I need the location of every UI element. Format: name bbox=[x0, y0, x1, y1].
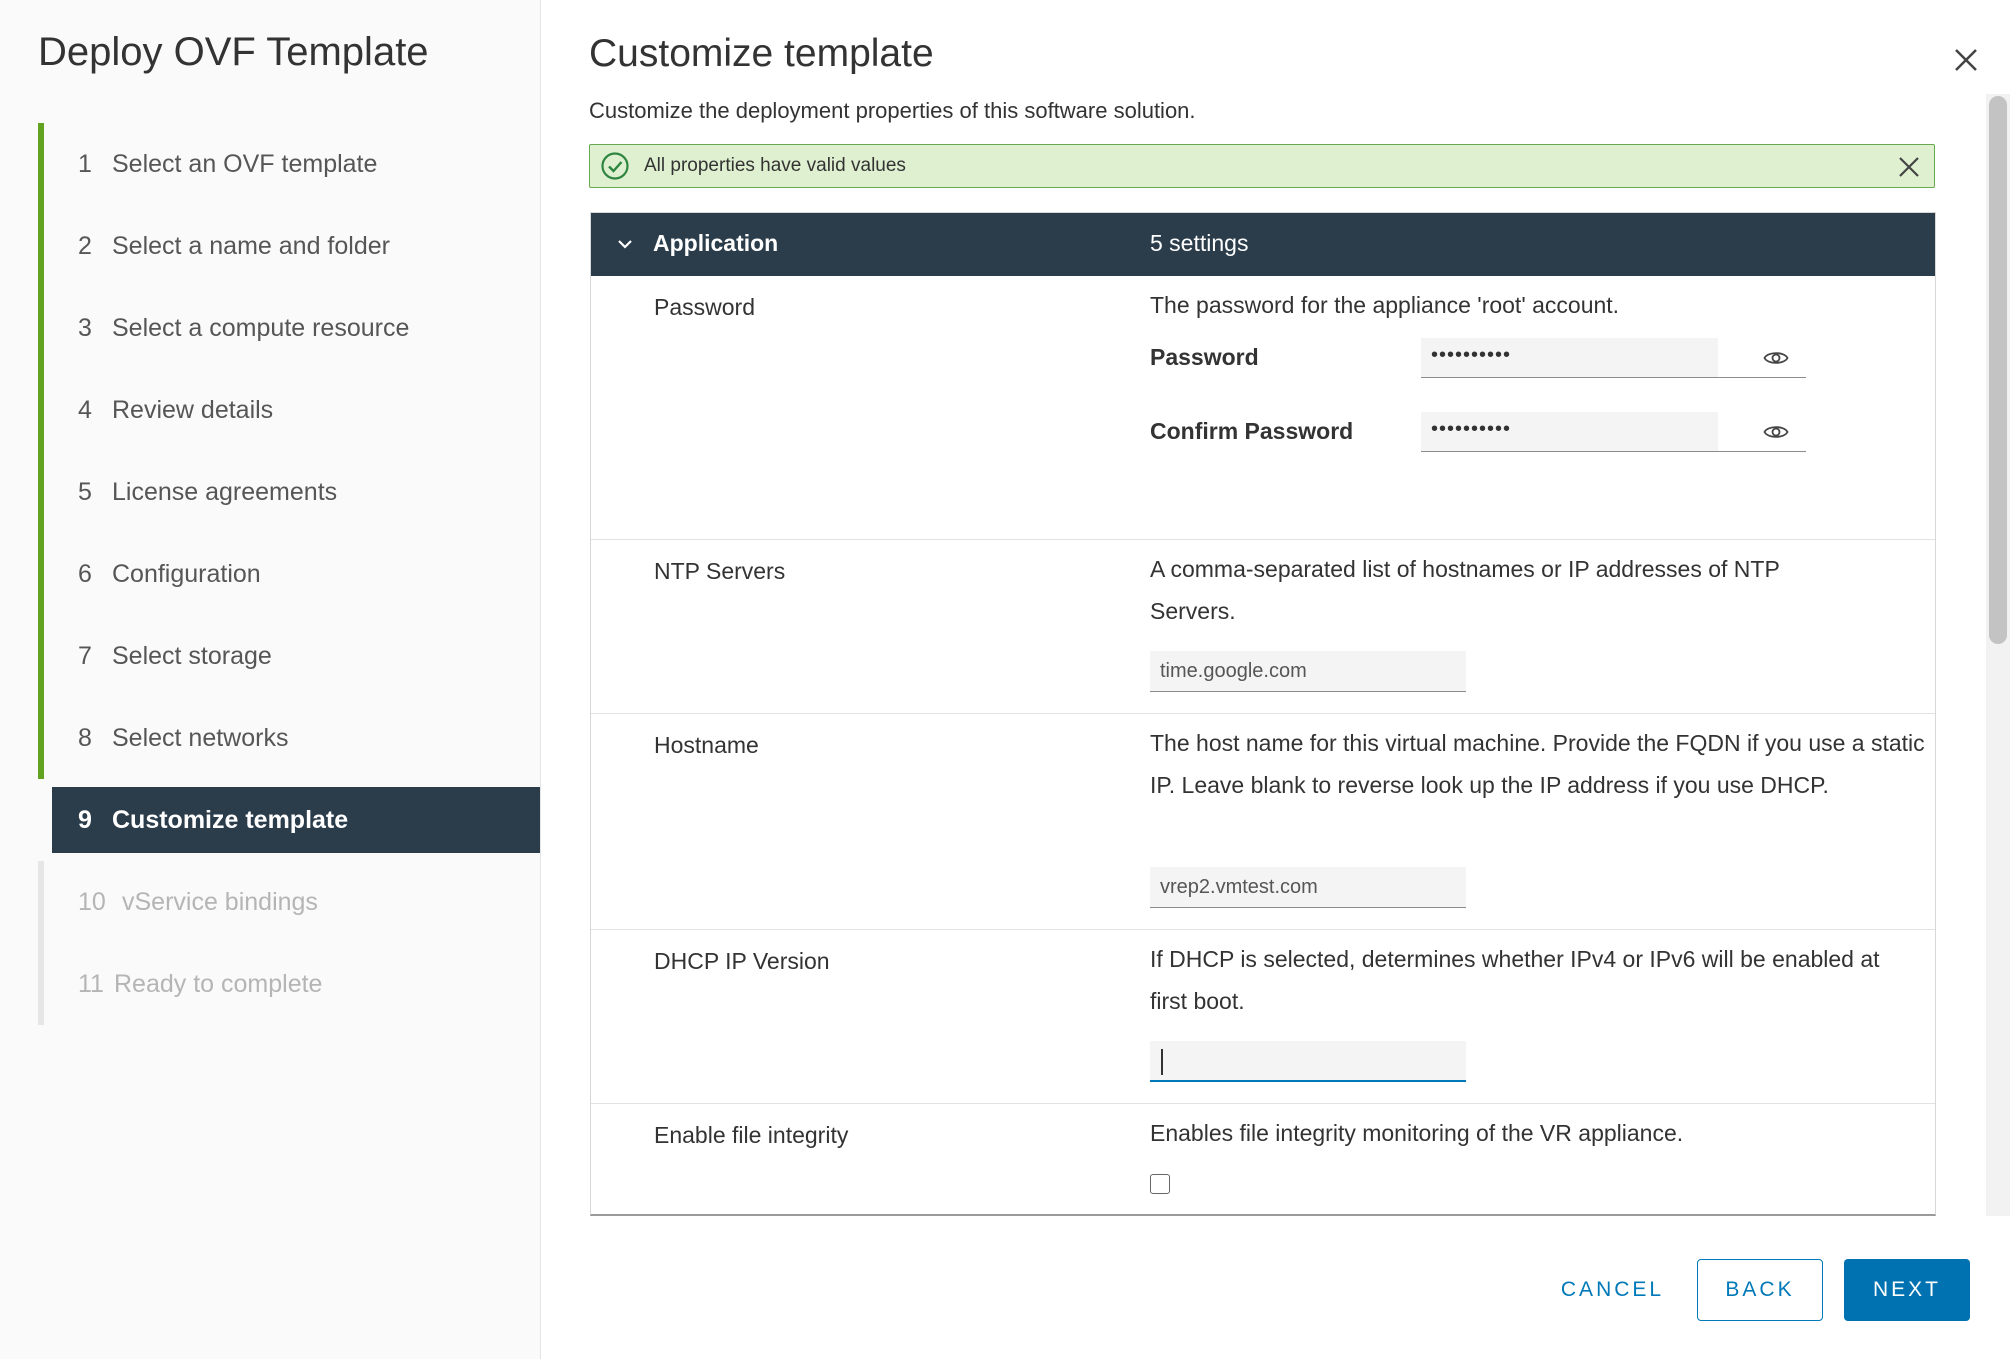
property-description: Enables file integrity monitoring of the… bbox=[1150, 1120, 1684, 1146]
show-password-eye-icon[interactable] bbox=[1763, 348, 1789, 368]
property-description: The host name for this virtual machine. … bbox=[1150, 730, 1925, 798]
confirm-password-field[interactable]: •••••••••• bbox=[1421, 412, 1806, 452]
show-confirm-password-eye-icon[interactable] bbox=[1763, 422, 1789, 442]
wizard-step-select-ovf-template[interactable]: 1 Select an OVF template bbox=[38, 123, 540, 205]
alert-close-icon[interactable] bbox=[1896, 154, 1922, 180]
step-number: 1 bbox=[78, 149, 92, 178]
page-subtitle: Customize the deployment properties of t… bbox=[589, 98, 1196, 123]
close-dialog-button[interactable] bbox=[1948, 42, 1984, 78]
wizard-sidebar: Deploy OVF Template 1 Select an OVF temp… bbox=[0, 0, 541, 1359]
property-label: DHCP IP Version bbox=[654, 948, 830, 974]
step-label: vService bindings bbox=[122, 887, 318, 916]
success-check-icon bbox=[601, 152, 629, 180]
wizard-steps: 1 Select an OVF template 2 Select a name… bbox=[38, 123, 540, 1025]
wizard-title: Deploy OVF Template bbox=[38, 30, 429, 74]
step-label: Review details bbox=[112, 395, 274, 424]
close-icon bbox=[1955, 49, 1977, 71]
password-label: Password bbox=[1150, 344, 1259, 370]
step-number: 2 bbox=[78, 231, 92, 260]
step-label: Ready to complete bbox=[114, 969, 323, 998]
step-label: License agreements bbox=[112, 477, 338, 506]
step-label: Select an OVF template bbox=[112, 149, 378, 178]
wizard-step-license-agreements[interactable]: 5 License agreements bbox=[38, 451, 540, 533]
step-number: 7 bbox=[78, 641, 92, 670]
ntp-servers-input[interactable] bbox=[1150, 651, 1466, 692]
property-label: NTP Servers bbox=[654, 558, 786, 584]
step-label: Select networks bbox=[112, 723, 289, 752]
cancel-button[interactable]: CANCEL bbox=[1540, 1259, 1685, 1321]
page-title: Customize template bbox=[589, 32, 934, 75]
password-field[interactable]: •••••••••• bbox=[1421, 338, 1806, 378]
group-name: Application bbox=[653, 230, 779, 256]
dhcp-ip-version-input[interactable] bbox=[1150, 1041, 1466, 1082]
step-label: Customize template bbox=[112, 805, 349, 834]
wizard-step-select-networks[interactable]: 8 Select networks bbox=[38, 697, 540, 779]
next-button[interactable]: NEXT bbox=[1844, 1259, 1970, 1321]
confirm-password-input-value: •••••••••• bbox=[1431, 418, 1512, 440]
step-number: 11 bbox=[78, 969, 104, 998]
wizard-step-select-compute-resource[interactable]: 3 Select a compute resource bbox=[38, 287, 540, 369]
wizard-step-review-details[interactable]: 4 Review details bbox=[38, 369, 540, 451]
step-number: 10 bbox=[78, 887, 106, 916]
step-label: Configuration bbox=[112, 559, 261, 588]
wizard-step-select-name-folder[interactable]: 2 Select a name and folder bbox=[38, 205, 540, 287]
properties-panel: Application 5 settings Password The pass… bbox=[590, 212, 1936, 1216]
property-row-ntp-servers: NTP Servers A comma-separated list of ho… bbox=[591, 540, 1935, 714]
property-label: Enable file integrity bbox=[654, 1122, 849, 1148]
wizard-step-ready-to-complete: 11 Ready to complete bbox=[38, 943, 540, 1025]
step-number: 5 bbox=[78, 477, 92, 506]
group-settings-count: 5 settings bbox=[1150, 230, 1249, 256]
alert-text: All properties have valid values bbox=[644, 155, 906, 176]
property-row-dhcp-ip-version: DHCP IP Version If DHCP is selected, det… bbox=[591, 930, 1935, 1104]
content-scrollbar[interactable] bbox=[1986, 94, 2010, 1216]
wizard-step-select-storage[interactable]: 7 Select storage bbox=[38, 615, 540, 697]
step-label: Select storage bbox=[112, 641, 272, 670]
validation-alert: All properties have valid values bbox=[589, 144, 1935, 188]
password-input-value: •••••••••• bbox=[1431, 344, 1512, 366]
property-row-hostname: Hostname The host name for this virtual … bbox=[591, 714, 1935, 930]
back-button[interactable]: BACK bbox=[1697, 1259, 1823, 1321]
step-label: Select a compute resource bbox=[112, 313, 410, 342]
hostname-input[interactable] bbox=[1150, 867, 1466, 908]
confirm-password-label: Confirm Password bbox=[1150, 418, 1354, 444]
property-label: Password bbox=[654, 294, 755, 320]
wizard-step-vservice-bindings: 10 vService bindings bbox=[38, 861, 540, 943]
wizard-step-customize-template[interactable]: 9 Customize template bbox=[38, 779, 540, 861]
text-caret bbox=[1161, 1049, 1163, 1075]
property-row-password: Password The password for the appliance … bbox=[591, 276, 1935, 540]
property-description: A comma-separated list of hostnames or I… bbox=[1150, 556, 1780, 624]
enable-file-integrity-checkbox[interactable] bbox=[1150, 1174, 1170, 1194]
scrollbar-thumb[interactable] bbox=[1989, 96, 2007, 644]
property-description: If DHCP is selected, determines whether … bbox=[1150, 946, 1880, 1014]
step-label: Select a name and folder bbox=[112, 231, 390, 260]
step-number: 8 bbox=[78, 723, 92, 752]
chevron-down-icon bbox=[618, 240, 632, 249]
property-row-enable-file-integrity: Enable file integrity Enables file integ… bbox=[591, 1104, 1935, 1214]
step-number: 4 bbox=[78, 395, 92, 424]
property-description: The password for the appliance 'root' ac… bbox=[1150, 292, 1620, 318]
group-header-application[interactable]: Application 5 settings bbox=[591, 213, 1935, 276]
step-number: 3 bbox=[78, 313, 92, 342]
wizard-step-configuration[interactable]: 6 Configuration bbox=[38, 533, 540, 615]
step-number: 9 bbox=[78, 805, 92, 834]
property-label: Hostname bbox=[654, 732, 759, 758]
step-number: 6 bbox=[78, 559, 92, 588]
